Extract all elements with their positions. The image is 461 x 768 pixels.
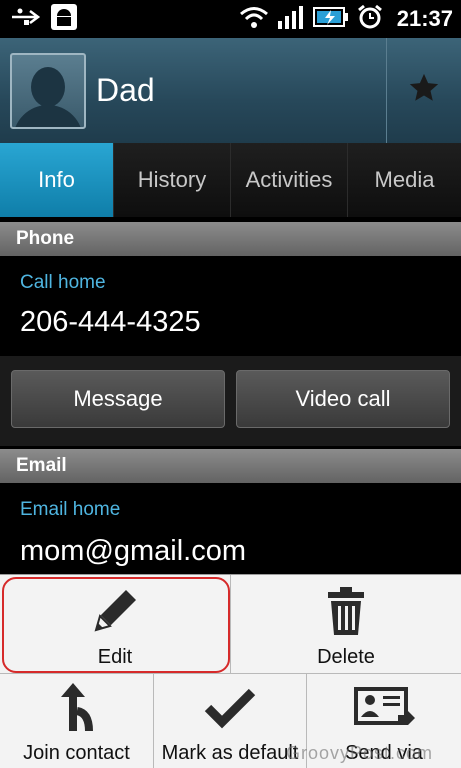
usb-icon <box>10 7 41 32</box>
join-icon <box>55 674 99 742</box>
alarm-icon <box>357 4 383 35</box>
phone-number: 206-444-4325 <box>20 306 201 338</box>
phone-entry[interactable]: Call home 206-444-4325 <box>0 256 461 356</box>
phone-section-header: Phone <box>0 222 461 256</box>
email-label: Email home <box>20 499 121 520</box>
tab-history[interactable]: History <box>114 143 231 217</box>
clock: 21:37 <box>396 6 453 31</box>
contact-card-icon <box>352 674 416 742</box>
trash-icon <box>322 575 370 646</box>
mark-as-default-menu-item[interactable]: Mark as default <box>154 674 306 768</box>
watermark: GroovyPost.com <box>285 743 433 763</box>
email-address: mom@gmail.com <box>20 535 247 567</box>
message-button[interactable]: Message <box>11 370 225 428</box>
wifi-icon <box>239 5 269 34</box>
signal-icon <box>277 5 305 34</box>
video-call-button[interactable]: Video call <box>236 370 450 428</box>
phone-label: Call home <box>20 272 106 293</box>
edit-highlight-outline <box>2 577 230 673</box>
mark-as-default-label: Mark as default <box>161 742 299 764</box>
avatar[interactable] <box>10 52 86 129</box>
star-icon <box>407 71 441 110</box>
favorite-button[interactable] <box>386 38 461 143</box>
battery-charging-icon <box>312 5 349 34</box>
join-contact-label: Join contact <box>23 742 130 764</box>
phone-actions: Message Video call <box>0 356 461 446</box>
delete-label: Delete <box>317 646 375 668</box>
tab-activities[interactable]: Activities <box>231 143 348 217</box>
status-bar: 21:37 <box>0 0 461 38</box>
tab-bar: Info History Activities Media <box>0 143 461 217</box>
options-menu: Edit Delete Join contact Mark as default… <box>0 574 461 768</box>
email-section-header: Email <box>0 449 461 483</box>
android-debug-icon <box>50 3 78 36</box>
contact-header: Dad <box>0 38 461 143</box>
tab-media[interactable]: Media <box>348 143 461 217</box>
delete-menu-item[interactable]: Delete <box>231 575 461 673</box>
tab-info[interactable]: Info <box>0 143 114 217</box>
contact-name: Dad <box>96 72 155 108</box>
email-entry[interactable]: Email home mom@gmail.com <box>0 483 461 574</box>
join-contact-menu-item[interactable]: Join contact <box>0 674 153 768</box>
checkmark-icon <box>204 674 256 742</box>
